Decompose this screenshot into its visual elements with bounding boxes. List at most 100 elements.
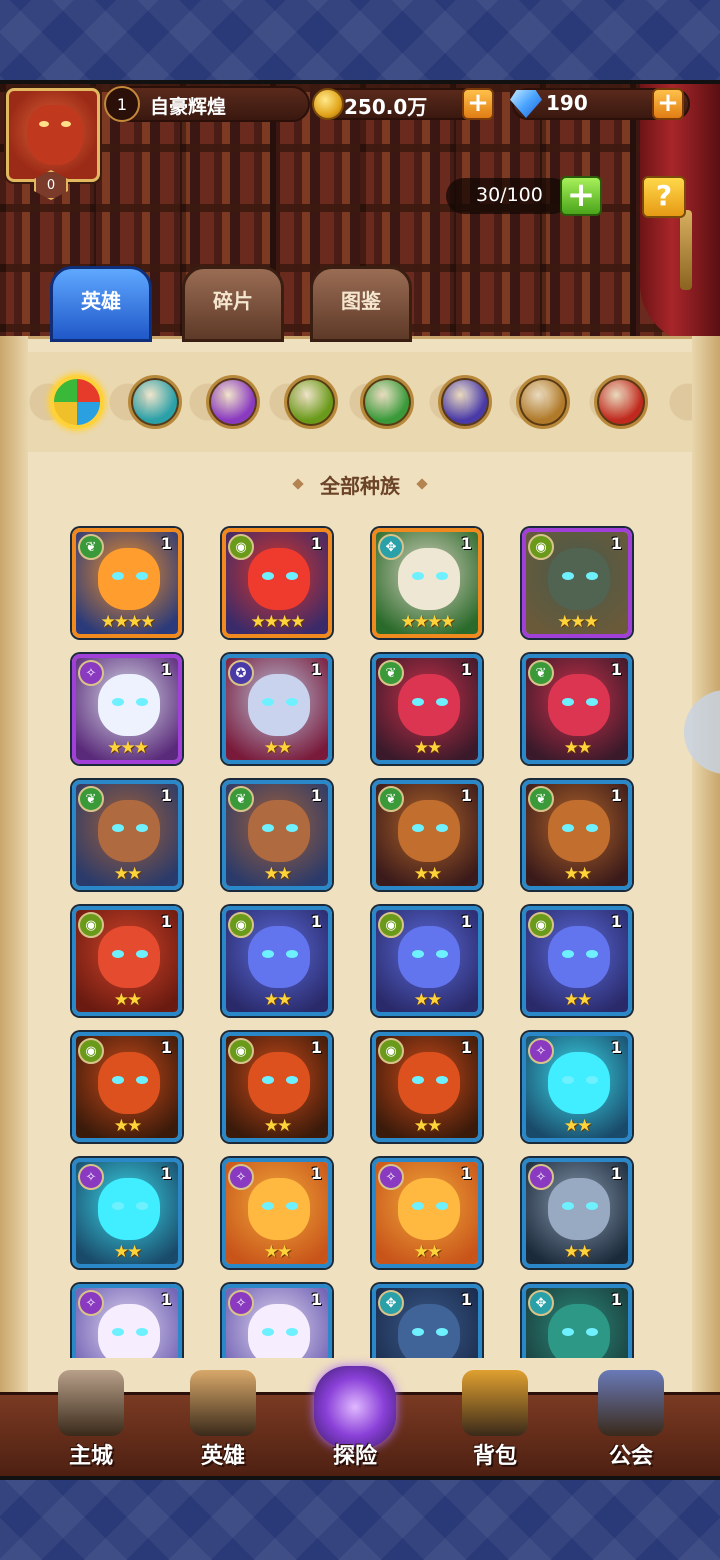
hero-eye (586, 1328, 598, 1336)
hero-head (98, 674, 160, 736)
hero-card[interactable]: ❦ 1 ★★ (372, 780, 482, 890)
nature-race-icon: ❦ (528, 660, 554, 686)
hero-card[interactable]: ◉ 1 ★★ (522, 906, 632, 1016)
hero-card[interactable]: ✧1★★ (222, 1284, 332, 1358)
tab-codex[interactable]: 图鉴 (310, 266, 412, 342)
hero-eye (562, 824, 574, 832)
hero-card[interactable]: ✥1★★ (522, 1284, 632, 1358)
hero-head (398, 926, 460, 988)
nav-portal[interactable]: 探险 (300, 1366, 410, 1476)
eye-race-icon[interactable] (284, 375, 338, 429)
hero-card[interactable]: ❦ 1 ★★ (522, 654, 632, 764)
hero-stars: ★★★ (107, 738, 149, 758)
hero-card[interactable]: ◉ 1 ★★ (222, 906, 332, 1016)
hero-card[interactable]: ❦ 1 ★★ (222, 780, 332, 890)
hero-card[interactable]: ◉ 1 ★★ (372, 906, 482, 1016)
hero-card[interactable]: ✥1★★ (372, 1284, 482, 1358)
gem-amount: 190 (546, 91, 588, 115)
hero-card[interactable]: ✧1★★ (522, 1158, 632, 1268)
hero-level: 1 (310, 786, 322, 805)
hero-stars: ★★ (263, 864, 292, 884)
hero-level: 1 (160, 1164, 172, 1183)
castle-icon (58, 1370, 124, 1436)
hero-level: 1 (460, 1164, 472, 1183)
hero-level: 1 (310, 534, 322, 553)
hero-eye (136, 698, 148, 706)
hero-eye (436, 1328, 448, 1336)
hero-eye (262, 1328, 274, 1336)
hero-stars: ★★ (563, 738, 592, 758)
hero-card[interactable]: ❦ 1 ★★ (372, 654, 482, 764)
hero-head (248, 1052, 310, 1114)
hero-card[interactable]: ◉ 1 ★★★ (522, 528, 632, 638)
hero-stars: ★★★★ (100, 612, 156, 632)
hero-level: 1 (310, 1038, 322, 1057)
hero-card[interactable]: ◉ 1 ★★ (372, 1032, 482, 1142)
book-edge-right (692, 336, 720, 1396)
hero-head (248, 548, 310, 610)
water-race-icon: ✥ (378, 534, 404, 560)
hero-card[interactable]: ❦ 1 ★★ (522, 780, 632, 890)
add-gems-button[interactable]: + (652, 88, 684, 120)
demon-race-icon[interactable] (438, 375, 492, 429)
hero-level: 1 (610, 1164, 622, 1183)
hero-card[interactable]: ◉ 1 ★★ (72, 906, 182, 1016)
all-races-icon[interactable] (50, 375, 104, 429)
hero-card[interactable]: ✪ 1 ★★ (222, 654, 332, 764)
hero-eye (136, 950, 148, 958)
hero-head (548, 926, 610, 988)
hero-level: 1 (610, 1038, 622, 1057)
hero-eye (286, 1202, 298, 1210)
arcane-race-icon: ✧ (228, 1164, 254, 1190)
water-race-icon: ✥ (378, 1290, 404, 1316)
nav-backpack[interactable]: 背包 (440, 1366, 550, 1476)
tab-fragments[interactable]: 碎片 (182, 266, 284, 342)
hero-level: 1 (610, 534, 622, 553)
hero-eye (586, 1076, 598, 1084)
hero-card[interactable]: ✥ 1 ★★★★ (372, 528, 482, 638)
nav-guild-tower[interactable]: 公会 (576, 1366, 686, 1476)
nature-race-icon: ❦ (78, 534, 104, 560)
wheel-race-icon[interactable] (516, 375, 570, 429)
nav-label: 背包 (472, 1444, 517, 1469)
hero-eye (136, 1076, 148, 1084)
arcane-race-icon: ✧ (78, 660, 104, 686)
hero-eye (586, 698, 598, 706)
hero-card[interactable]: ✧1★★ (72, 1284, 182, 1358)
hero-eye (586, 572, 598, 580)
hero-card[interactable]: ✧1★★ (522, 1032, 632, 1142)
player-avatar[interactable] (6, 88, 100, 182)
help-button[interactable]: ? (642, 176, 686, 218)
hero-card[interactable]: ✧ 1 ★★★ (72, 654, 182, 764)
add-gold-button[interactable]: + (462, 88, 494, 120)
nav-castle[interactable]: 主城 (36, 1366, 146, 1476)
hero-card[interactable]: ❦ 1 ★★ (72, 780, 182, 890)
portal-icon (314, 1366, 396, 1448)
hero-eye (286, 1328, 298, 1336)
hero-eye (112, 1202, 124, 1210)
hero-card[interactable]: ✧1★★ (72, 1158, 182, 1268)
tab-heroes[interactable]: 英雄 (50, 266, 152, 342)
hero-card[interactable]: ✧1★★ (372, 1158, 482, 1268)
hero-card[interactable]: ◉ 1 ★★ (222, 1032, 332, 1142)
hero-stars: ★★ (113, 1116, 142, 1136)
hero-card[interactable]: ◉ 1 ★★★★ (222, 528, 332, 638)
hero-stars: ★★ (413, 1116, 442, 1136)
expand-capacity-button[interactable]: + (560, 176, 602, 216)
nav-hero-portrait[interactable]: 英雄 (168, 1366, 278, 1476)
hero-card[interactable]: ❦ 1 ★★★★ (72, 528, 182, 638)
hero-head (248, 800, 310, 862)
flame-race-icon[interactable] (594, 375, 648, 429)
hero-eye (436, 572, 448, 580)
water-race-icon[interactable] (128, 375, 182, 429)
arcane-race-icon[interactable] (206, 375, 260, 429)
gold-amount: 250.0万 (344, 95, 428, 119)
nav-label: 英雄 (200, 1444, 245, 1469)
hero-card[interactable]: ◉ 1 ★★ (72, 1032, 182, 1142)
hero-head (548, 1304, 610, 1358)
hero-eye (562, 1076, 574, 1084)
hero-level: 1 (460, 786, 472, 805)
hero-level: 1 (310, 660, 322, 679)
nature-race-icon[interactable] (360, 375, 414, 429)
hero-card[interactable]: ✧1★★ (222, 1158, 332, 1268)
